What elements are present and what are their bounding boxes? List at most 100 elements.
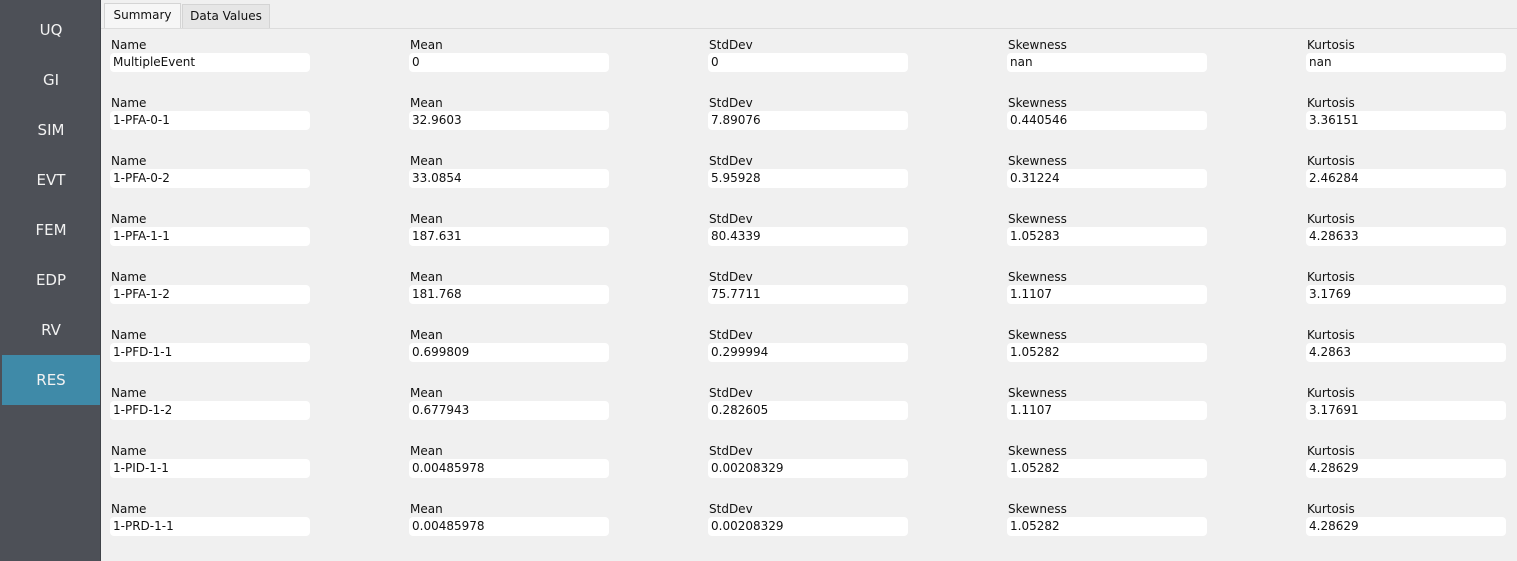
mean-label: Mean: [410, 38, 443, 52]
name-field[interactable]: 1-PFA-0-2: [110, 169, 310, 188]
sidebar-item-edp[interactable]: EDP: [2, 255, 100, 305]
result-row: Name 1-PFA-1-1 Mean 187.631 StdDev 80.4339 Ske…: [101, 203, 1517, 253]
name-field[interactable]: 1-PFA-1-2: [110, 285, 310, 304]
tab-data-values[interactable]: Data Values: [182, 4, 270, 28]
name-field[interactable]: 1-PID-1-1: [110, 459, 310, 478]
mean-cell: Mean 181.768: [400, 261, 609, 311]
name-field[interactable]: 1-PFD-1-1: [110, 343, 310, 362]
sidebar-item-res[interactable]: RES: [2, 355, 100, 405]
stddev-field[interactable]: 80.4339: [708, 227, 908, 246]
kurtosis-label: Kurtosis: [1307, 154, 1355, 168]
name-cell: Name MultipleEvent: [101, 29, 310, 79]
mean-label: Mean: [410, 386, 443, 400]
sidebar-item-uq[interactable]: UQ: [2, 5, 100, 55]
skewness-label: Skewness: [1008, 502, 1067, 516]
sidebar-item-fem[interactable]: FEM: [2, 205, 100, 255]
mean-field[interactable]: 33.0854: [409, 169, 609, 188]
kurtosis-field[interactable]: 4.28629: [1306, 459, 1506, 478]
skewness-field[interactable]: 1.05282: [1007, 459, 1207, 478]
kurtosis-cell: Kurtosis 4.28633: [1297, 203, 1506, 253]
skewness-label: Skewness: [1008, 38, 1067, 52]
kurtosis-field[interactable]: 2.46284: [1306, 169, 1506, 188]
skewness-label: Skewness: [1008, 96, 1067, 110]
stddev-field[interactable]: 5.95928: [708, 169, 908, 188]
kurtosis-cell: Kurtosis 4.28629: [1297, 435, 1506, 485]
kurtosis-cell: Kurtosis 3.36151: [1297, 87, 1506, 137]
sidebar-item-rv[interactable]: RV: [2, 305, 100, 355]
kurtosis-label: Kurtosis: [1307, 328, 1355, 342]
skewness-field[interactable]: 0.440546: [1007, 111, 1207, 130]
skewness-field[interactable]: nan: [1007, 53, 1207, 72]
stddev-field[interactable]: 0.00208329: [708, 517, 908, 536]
skewness-cell: Skewness nan: [998, 29, 1207, 79]
name-label: Name: [111, 212, 147, 226]
skewness-label: Skewness: [1008, 270, 1067, 284]
stddev-field[interactable]: 0.00208329: [708, 459, 908, 478]
kurtosis-field[interactable]: 3.1769: [1306, 285, 1506, 304]
mean-cell: Mean 32.9603: [400, 87, 609, 137]
stddev-field[interactable]: 0.299994: [708, 343, 908, 362]
stddev-label: StdDev: [709, 96, 753, 110]
name-cell: Name 1-PFD-1-2: [101, 377, 310, 427]
result-row: Name 1-PFA-1-2 Mean 181.768 StdDev 75.7711 Ske…: [101, 261, 1517, 311]
skewness-cell: Skewness 1.1107: [998, 261, 1207, 311]
kurtosis-field[interactable]: nan: [1306, 53, 1506, 72]
kurtosis-field[interactable]: 4.28629: [1306, 517, 1506, 536]
name-label: Name: [111, 38, 147, 52]
sidebar: UQ GI SIM EVT FEM EDP RV RES: [0, 0, 101, 561]
skewness-field[interactable]: 1.05283: [1007, 227, 1207, 246]
tab-summary[interactable]: Summary: [104, 3, 181, 29]
stddev-cell: StdDev 0.00208329: [699, 493, 908, 543]
mean-label: Mean: [410, 154, 443, 168]
name-field[interactable]: 1-PFA-1-1: [110, 227, 310, 246]
kurtosis-field[interactable]: 3.17691: [1306, 401, 1506, 420]
name-label: Name: [111, 502, 147, 516]
result-row: Name 1-PFD-1-1 Mean 0.699809 StdDev 0.299994 S…: [101, 319, 1517, 369]
skewness-field[interactable]: 1.1107: [1007, 401, 1207, 420]
stddev-label: StdDev: [709, 328, 753, 342]
stddev-cell: StdDev 80.4339: [699, 203, 908, 253]
tab-bar: Summary Data Values: [101, 0, 1517, 29]
mean-field[interactable]: 0: [409, 53, 609, 72]
name-label: Name: [111, 270, 147, 284]
mean-field[interactable]: 187.631: [409, 227, 609, 246]
skewness-field[interactable]: 1.05282: [1007, 343, 1207, 362]
mean-field[interactable]: 0.677943: [409, 401, 609, 420]
name-label: Name: [111, 154, 147, 168]
stddev-field[interactable]: 75.7711: [708, 285, 908, 304]
skewness-field[interactable]: 1.05282: [1007, 517, 1207, 536]
mean-field[interactable]: 0.699809: [409, 343, 609, 362]
mean-field[interactable]: 0.00485978: [409, 517, 609, 536]
kurtosis-field[interactable]: 4.28633: [1306, 227, 1506, 246]
stddev-cell: StdDev 0.282605: [699, 377, 908, 427]
result-row: Name 1-PID-1-1 Mean 0.00485978 StdDev 0.00208…: [101, 435, 1517, 485]
skewness-field[interactable]: 1.1107: [1007, 285, 1207, 304]
stddev-cell: StdDev 5.95928: [699, 145, 908, 195]
mean-field[interactable]: 181.768: [409, 285, 609, 304]
skewness-label: Skewness: [1008, 212, 1067, 226]
kurtosis-field[interactable]: 3.36151: [1306, 111, 1506, 130]
name-label: Name: [111, 444, 147, 458]
name-cell: Name 1-PFD-1-1: [101, 319, 310, 369]
sidebar-item-sim[interactable]: SIM: [2, 105, 100, 155]
kurtosis-label: Kurtosis: [1307, 502, 1355, 516]
name-field[interactable]: 1-PFD-1-2: [110, 401, 310, 420]
skewness-cell: Skewness 1.05282: [998, 493, 1207, 543]
name-cell: Name 1-PID-1-1: [101, 435, 310, 485]
sidebar-item-evt[interactable]: EVT: [2, 155, 100, 205]
mean-field[interactable]: 32.9603: [409, 111, 609, 130]
kurtosis-label: Kurtosis: [1307, 444, 1355, 458]
skewness-field[interactable]: 0.31224: [1007, 169, 1207, 188]
name-field[interactable]: MultipleEvent: [110, 53, 310, 72]
kurtosis-field[interactable]: 4.2863: [1306, 343, 1506, 362]
kurtosis-label: Kurtosis: [1307, 270, 1355, 284]
stddev-cell: StdDev 75.7711: [699, 261, 908, 311]
mean-field[interactable]: 0.00485978: [409, 459, 609, 478]
stddev-field[interactable]: 7.89076: [708, 111, 908, 130]
stddev-field[interactable]: 0.282605: [708, 401, 908, 420]
kurtosis-label: Kurtosis: [1307, 386, 1355, 400]
sidebar-item-gi[interactable]: GI: [2, 55, 100, 105]
name-field[interactable]: 1-PRD-1-1: [110, 517, 310, 536]
stddev-field[interactable]: 0: [708, 53, 908, 72]
name-field[interactable]: 1-PFA-0-1: [110, 111, 310, 130]
